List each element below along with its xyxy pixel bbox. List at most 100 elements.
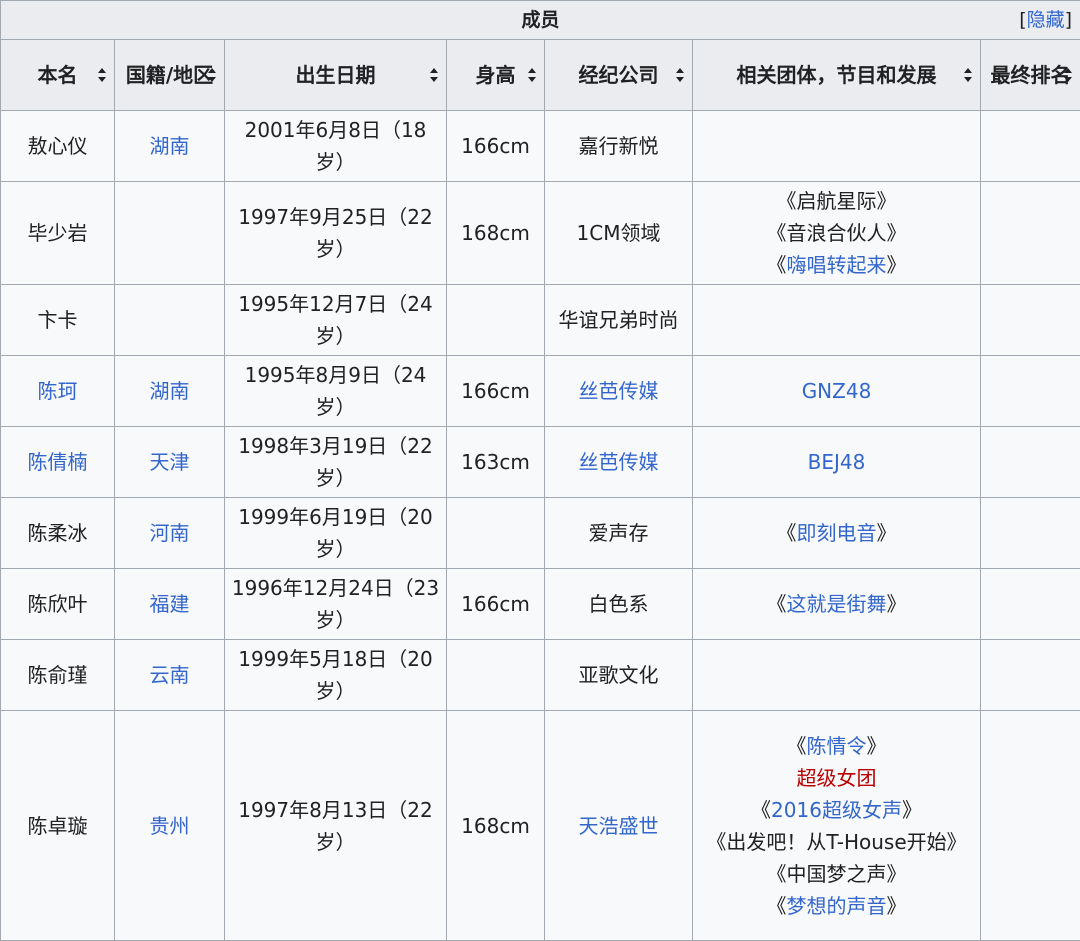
cell-text: 陈柔冰 xyxy=(27,521,88,545)
column-header-label: 身高 xyxy=(475,63,516,87)
cell-link[interactable]: 陈珂 xyxy=(38,379,78,403)
cell-text: 华谊兄弟时尚 xyxy=(558,308,679,332)
sort-icon[interactable] xyxy=(1064,68,1073,82)
cell-height: 166cm xyxy=(446,110,545,182)
table-caption: 成员 [隐藏] xyxy=(0,0,1080,40)
related-item: 《出发吧！从T-House开始》 xyxy=(699,826,974,858)
cell-link[interactable]: 这就是街舞 xyxy=(787,592,887,616)
cell-link[interactable]: 湖南 xyxy=(150,379,190,403)
cell-text: 《中国梦之声》 xyxy=(766,861,907,886)
cell-agency: 白色系 xyxy=(544,568,693,640)
sort-icon[interactable] xyxy=(964,68,972,82)
cell-link[interactable]: 嗨唱转起来 xyxy=(787,253,887,277)
cell-rank xyxy=(979,355,1080,427)
members-table: 成员 [隐藏] 本名 国籍/地区 出生日期 身高 经纪公司 相关团体，节目和发展 最终排名 … xyxy=(0,0,1080,941)
cell-related xyxy=(692,639,981,711)
related-item: 《启航星际》 xyxy=(699,185,974,217)
cell-text: 陈卓璇 xyxy=(27,813,88,838)
sort-icon[interactable] xyxy=(676,68,684,82)
cell-agency: 亚歌文化 xyxy=(544,639,693,711)
bracket: 《 xyxy=(751,797,772,822)
related-item: 《陈情令》 xyxy=(699,730,974,762)
cell-related: GNZ48 xyxy=(692,355,981,427)
cell-text: 爱声存 xyxy=(588,521,649,545)
cell-birth: 1995年8月9日（24岁） xyxy=(224,355,447,427)
cell-text: 《启航星际》 xyxy=(776,189,897,213)
cell-rank xyxy=(979,710,1080,941)
cell-name: 陈珂 xyxy=(0,355,115,427)
cell-link[interactable]: 丝芭传媒 xyxy=(579,450,659,474)
bracket: 》 xyxy=(886,592,907,616)
cell-text: 166cm xyxy=(461,379,530,403)
cell-link[interactable]: 河南 xyxy=(150,521,190,545)
cell-link[interactable]: 天津 xyxy=(150,450,190,474)
column-header-region[interactable]: 国籍/地区 xyxy=(114,39,225,111)
cell-text: 1997年8月13日（22岁） xyxy=(238,797,433,854)
related-item: 《2016超级女声》 xyxy=(699,794,974,826)
cell-link[interactable]: 超级女团 xyxy=(797,766,877,790)
table-row: 陈柔冰 河南 1999年6月19日（20岁） 爱声存 《即刻电音》 xyxy=(0,497,1080,569)
caption-row: 成员 [隐藏] xyxy=(0,0,1080,40)
column-header-related[interactable]: 相关团体，节目和发展 xyxy=(692,39,981,111)
cell-rank xyxy=(979,568,1080,640)
cell-related: 《这就是街舞》 xyxy=(692,568,981,640)
cell-link[interactable]: 陈倩楠 xyxy=(28,450,88,474)
cell-name: 敖心仪 xyxy=(0,110,115,182)
bracket: 《 xyxy=(766,893,787,918)
cell-link[interactable]: 天浩盛世 xyxy=(579,814,659,838)
cell-link[interactable]: 2016超级女声 xyxy=(771,798,902,822)
sort-icon[interactable] xyxy=(208,68,216,82)
cell-agency: 丝芭传媒 xyxy=(544,426,693,498)
cell-link[interactable]: 福建 xyxy=(150,592,190,616)
table-row: 陈俞瑾 云南 1999年5月18日（20岁） 亚歌文化 xyxy=(0,639,1080,711)
hide-link[interactable]: 隐藏 xyxy=(1027,9,1065,31)
bracket: 《 xyxy=(766,592,787,616)
related-item: 《嗨唱转起来》 xyxy=(699,249,974,281)
related-item: 《即刻电音》 xyxy=(699,517,974,549)
cell-region xyxy=(114,181,225,285)
cell-agency: 嘉行新悦 xyxy=(544,110,693,182)
cell-height: 168cm xyxy=(446,181,545,285)
cell-link[interactable]: 即刻电音 xyxy=(797,521,877,545)
cell-text: 卞卡 xyxy=(37,308,78,332)
cell-birth: 1998年3月19日（22岁） xyxy=(224,426,447,498)
cell-link[interactable]: 梦想的声音 xyxy=(787,894,887,918)
cell-name: 陈倩楠 xyxy=(0,426,115,498)
cell-link[interactable]: GNZ48 xyxy=(802,379,872,403)
cell-link[interactable]: BEJ48 xyxy=(808,450,866,474)
cell-birth: 2001年6月8日（18岁） xyxy=(224,110,447,182)
column-header-rank[interactable]: 最终排名 xyxy=(979,39,1080,111)
cell-agency: 爱声存 xyxy=(544,497,693,569)
cell-link[interactable]: 云南 xyxy=(150,663,190,687)
cell-link[interactable]: 陈情令 xyxy=(807,734,867,758)
column-header-birth[interactable]: 出生日期 xyxy=(224,39,447,111)
cell-text: 1995年12月7日（24岁） xyxy=(238,292,433,348)
related-item: GNZ48 xyxy=(699,375,974,407)
column-header-label: 相关团体，节目和发展 xyxy=(736,63,937,87)
table-row: 敖心仪 湖南 2001年6月8日（18岁） 166cm 嘉行新悦 xyxy=(0,110,1080,182)
sort-icon[interactable] xyxy=(430,68,438,82)
cell-link[interactable]: 贵州 xyxy=(150,814,190,838)
sort-icon[interactable] xyxy=(98,68,106,82)
table-row: 卞卡 1995年12月7日（24岁） 华谊兄弟时尚 xyxy=(0,284,1080,356)
column-header-name[interactable]: 本名 xyxy=(0,39,115,111)
column-header-agency[interactable]: 经纪公司 xyxy=(544,39,693,111)
cell-text: 1995年8月9日（24岁） xyxy=(244,363,427,419)
cell-height xyxy=(446,639,545,711)
cell-text: 亚歌文化 xyxy=(578,663,659,687)
cell-agency: 天浩盛世 xyxy=(544,710,693,941)
table-row: 陈倩楠 天津 1998年3月19日（22岁） 163cm 丝芭传媒 BEJ48 xyxy=(0,426,1080,498)
sort-icon[interactable] xyxy=(528,68,536,82)
cell-text: 敖心仪 xyxy=(27,134,88,158)
cell-text: 168cm xyxy=(461,813,530,838)
cell-text: 嘉行新悦 xyxy=(578,134,659,158)
cell-text: 《音浪合伙人》 xyxy=(766,221,907,245)
cell-birth: 1995年12月7日（24岁） xyxy=(224,284,447,356)
cell-region: 湖南 xyxy=(114,355,225,427)
cell-link[interactable]: 丝芭传媒 xyxy=(579,379,659,403)
column-header-height[interactable]: 身高 xyxy=(446,39,545,111)
cell-text: 163cm xyxy=(461,450,530,474)
cell-link[interactable]: 湖南 xyxy=(150,134,190,158)
header-row: 本名 国籍/地区 出生日期 身高 经纪公司 相关团体，节目和发展 最终排名 xyxy=(0,39,1080,111)
bracket: 《 xyxy=(786,733,807,758)
